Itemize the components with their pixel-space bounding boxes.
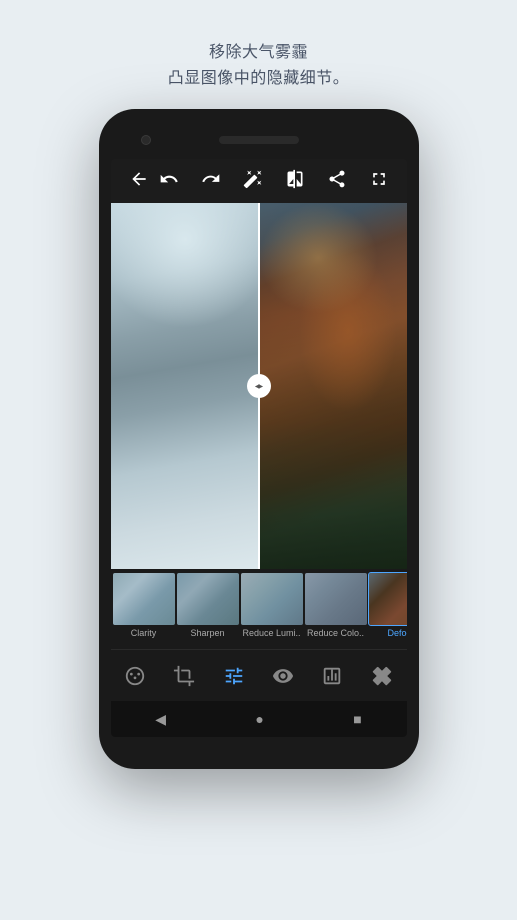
thumbnail-reduce-lumi-img bbox=[241, 573, 303, 625]
undo-button[interactable] bbox=[155, 169, 183, 194]
image-after bbox=[259, 203, 407, 569]
thumbnail-reduce-lumi[interactable]: Reduce Lumi.. bbox=[241, 573, 303, 645]
header-line2: 凸显图像中的隐藏细节。 bbox=[168, 66, 350, 92]
android-back-button[interactable]: ◀ bbox=[155, 711, 166, 728]
phone-screen: Clarity Sharpen Reduce Lumi.. Reduce Col… bbox=[111, 159, 407, 737]
image-before bbox=[111, 203, 259, 569]
header-line1: 移除大气雾霾 bbox=[168, 40, 350, 66]
thumbnail-sharpen[interactable]: Sharpen bbox=[177, 573, 239, 645]
thumbnail-clarity[interactable]: Clarity bbox=[113, 573, 175, 645]
toolbar bbox=[111, 159, 407, 203]
adjust-nav-button[interactable] bbox=[216, 658, 252, 694]
header-description: 移除大气雾霾 凸显图像中的隐藏细节。 bbox=[168, 40, 350, 91]
wand-button[interactable] bbox=[239, 169, 267, 194]
thumbnail-clarity-img bbox=[113, 573, 175, 625]
toolbar-right-icons bbox=[155, 169, 393, 194]
phone-device: Clarity Sharpen Reduce Lumi.. Reduce Col… bbox=[99, 109, 419, 769]
thumbnail-defog-label: Defog bbox=[387, 628, 406, 638]
android-recent-button[interactable]: ■ bbox=[353, 711, 361, 727]
layers-nav-button[interactable] bbox=[314, 658, 350, 694]
share-button[interactable] bbox=[323, 169, 351, 194]
thumbnail-reduce-lumi-label: Reduce Lumi.. bbox=[242, 628, 300, 638]
phone-speaker bbox=[219, 136, 299, 144]
compare-button[interactable] bbox=[281, 169, 309, 194]
thumbnail-reduce-colo-label: Reduce Colo.. bbox=[307, 628, 364, 638]
filter-thumbnails-strip: Clarity Sharpen Reduce Lumi.. Reduce Col… bbox=[111, 569, 407, 649]
android-home-button[interactable]: ● bbox=[255, 711, 263, 727]
preview-nav-button[interactable] bbox=[265, 658, 301, 694]
thumbnail-reduce-colo-img bbox=[305, 573, 367, 625]
redo-button[interactable] bbox=[197, 169, 225, 194]
thumbnail-reduce-colo[interactable]: Reduce Colo.. bbox=[305, 573, 367, 645]
crop-nav-button[interactable] bbox=[166, 658, 202, 694]
bottom-nav bbox=[111, 649, 407, 701]
fullscreen-button[interactable] bbox=[365, 169, 393, 194]
phone-bottom-bezel bbox=[111, 737, 407, 757]
split-divider bbox=[258, 203, 260, 569]
thumbnail-defog[interactable]: Defog bbox=[369, 573, 407, 645]
back-button[interactable] bbox=[125, 169, 153, 194]
android-nav-bar: ◀ ● ■ bbox=[111, 701, 407, 737]
thumbnail-sharpen-label: Sharpen bbox=[190, 628, 224, 638]
thumbnail-sharpen-img bbox=[177, 573, 239, 625]
phone-camera bbox=[141, 135, 151, 145]
thumbnail-clarity-label: Clarity bbox=[131, 628, 157, 638]
healing-nav-button[interactable] bbox=[364, 658, 400, 694]
phone-top-bezel bbox=[111, 121, 407, 159]
thumbnail-defog-img bbox=[369, 573, 407, 625]
image-comparison-area[interactable] bbox=[111, 203, 407, 569]
split-handle[interactable] bbox=[247, 374, 271, 398]
effects-nav-button[interactable] bbox=[117, 658, 153, 694]
